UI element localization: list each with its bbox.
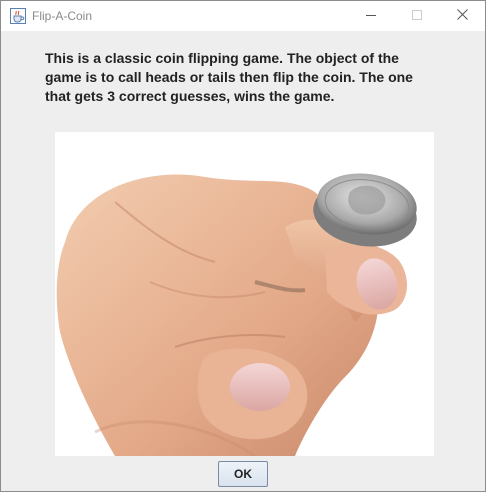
ok-button[interactable]: OK (218, 461, 268, 487)
hand-flipping-coin-illustration (55, 132, 434, 456)
minimize-icon (366, 7, 376, 25)
maximize-button[interactable] (394, 1, 440, 31)
window-title: Flip-A-Coin (32, 9, 93, 23)
app-window: Flip-A-Coin This is a classic coin flipp… (0, 0, 486, 492)
java-cup-icon (10, 8, 26, 24)
minimize-button[interactable] (348, 1, 394, 31)
close-button[interactable] (439, 1, 485, 31)
coin-flip-image (55, 132, 434, 456)
title-bar[interactable]: Flip-A-Coin (1, 1, 485, 31)
maximize-icon (412, 7, 422, 25)
close-icon (456, 7, 468, 25)
dialog-content: This is a classic coin flipping game. Th… (1, 32, 485, 491)
game-instructions: This is a classic coin flipping game. Th… (45, 50, 413, 104)
